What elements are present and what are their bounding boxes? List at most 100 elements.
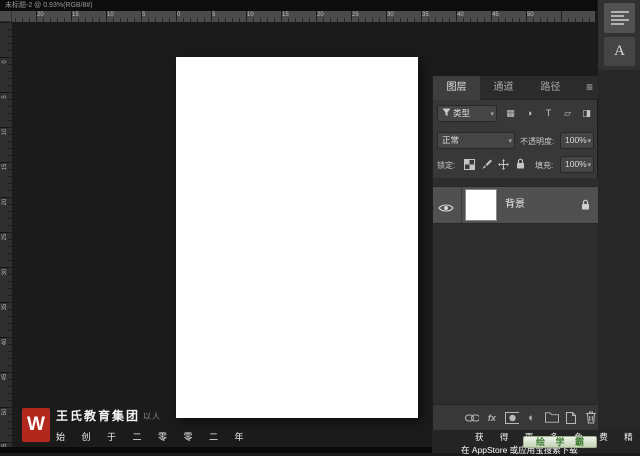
layer-name: 背景 bbox=[505, 199, 525, 210]
paragraph-panel-button[interactable] bbox=[604, 3, 635, 33]
h-ruler-number: 35 bbox=[422, 12, 429, 18]
v-ruler-number: 5 bbox=[2, 95, 8, 99]
filter-funnel-icon bbox=[442, 108, 451, 117]
promo-watermark: 获 得 更 多 免 费 精 品 教 程 绘 学 霸 在 AppStore 或应用… bbox=[432, 430, 640, 455]
tab-paths[interactable]: 路径 bbox=[527, 76, 574, 100]
h-ruler-number: 5 bbox=[142, 12, 146, 18]
v-ruler-number: 0 bbox=[2, 60, 8, 64]
eye-icon bbox=[438, 204, 454, 212]
folder-icon bbox=[544, 412, 559, 423]
adjustment-layer-button[interactable]: ◐ bbox=[525, 410, 539, 426]
eye-column-divider bbox=[461, 187, 462, 223]
filter-pixel-layers-icon[interactable]: ▦ bbox=[503, 106, 518, 121]
fill-value-dropdown[interactable]: 100% bbox=[560, 156, 594, 173]
v-ruler-number: 40 bbox=[2, 338, 8, 346]
new-layer-button[interactable] bbox=[565, 410, 579, 426]
vertical-ruler[interactable]: 0510152025303540455055 bbox=[0, 22, 12, 453]
brand-founded-line: 始 创 于 二 零 零 二 年 bbox=[56, 432, 251, 442]
v-ruler-number: 35 bbox=[2, 303, 8, 311]
right-panel-dock: A bbox=[597, 0, 640, 453]
opacity-value-dropdown[interactable]: 100% bbox=[560, 132, 594, 149]
layer-row-background[interactable]: 背景 bbox=[433, 186, 598, 224]
opacity-label: 不透明度: bbox=[520, 137, 555, 146]
tab-channels[interactable]: 通道 bbox=[480, 76, 527, 100]
add-layer-mask-button[interactable] bbox=[504, 410, 519, 426]
h-ruler-number: 45 bbox=[492, 12, 499, 18]
panel-tab-bar: 图层 通道 路径 ≡ bbox=[433, 76, 598, 100]
h-ruler-number: 30 bbox=[387, 12, 394, 18]
h-ruler-number: 10 bbox=[107, 12, 114, 18]
lock-all-button[interactable] bbox=[513, 157, 527, 171]
lock-position-button[interactable] bbox=[496, 157, 510, 171]
h-ruler-number: 5 bbox=[212, 12, 216, 18]
layer-thumbnail[interactable] bbox=[465, 189, 497, 221]
v-ruler-number: 20 bbox=[2, 198, 8, 206]
fill-label: 填充: bbox=[535, 161, 554, 170]
document-canvas[interactable] bbox=[176, 57, 418, 418]
move-icon bbox=[497, 158, 509, 170]
v-ruler-number: 45 bbox=[2, 373, 8, 381]
v-ruler-number: 15 bbox=[2, 163, 8, 171]
promo-app-badge: 绘 学 霸 bbox=[523, 436, 597, 448]
panel-menu-icon[interactable]: ≡ bbox=[586, 80, 593, 94]
visibility-toggle[interactable] bbox=[438, 200, 454, 218]
blend-mode-dropdown[interactable]: 正常 bbox=[437, 132, 515, 149]
h-ruler-number: 50 bbox=[527, 12, 534, 18]
h-ruler-number: 15 bbox=[282, 12, 289, 18]
lock-label: 锁定: bbox=[437, 161, 456, 170]
delete-layer-button[interactable] bbox=[584, 410, 598, 426]
tab-layers-label: 图层 bbox=[446, 82, 467, 93]
filter-type-layers-icon[interactable]: T bbox=[541, 106, 556, 121]
layer-filter-buttons: ▦ ◑ T ▱ ◨ bbox=[503, 106, 594, 121]
h-ruler-number: 0 bbox=[177, 12, 181, 18]
v-ruler-number: 10 bbox=[2, 128, 8, 136]
filter-shape-layers-icon[interactable]: ▱ bbox=[560, 106, 575, 121]
brand-logo-letter: W bbox=[27, 414, 45, 435]
brush-icon bbox=[481, 159, 492, 169]
document-title: 未标题-2 @ 0.93%(RGB/8#) bbox=[5, 2, 93, 9]
h-ruler-number: 20 bbox=[37, 12, 44, 18]
filter-kind-label: 类型 bbox=[453, 108, 471, 118]
tab-paths-label: 路径 bbox=[540, 82, 561, 93]
new-group-button[interactable] bbox=[544, 410, 559, 426]
filter-smart-objects-icon[interactable]: ◨ bbox=[579, 106, 594, 121]
h-ruler-number: 25 bbox=[352, 12, 359, 18]
window-title-bar[interactable]: 未标题-2 @ 0.93%(RGB/8#) bbox=[0, 0, 640, 11]
brand-company-name: 王氏教育集团 bbox=[56, 409, 141, 423]
layer-style-button[interactable]: fx bbox=[485, 410, 499, 426]
v-ruler-number: 25 bbox=[2, 233, 8, 241]
brand-logo: W bbox=[22, 408, 50, 442]
layer-list: 背景 bbox=[433, 178, 598, 404]
character-panel-icon: A bbox=[614, 43, 625, 59]
h-ruler-number: 40 bbox=[457, 12, 464, 18]
v-ruler-number: 30 bbox=[2, 268, 8, 276]
layers-panel: 图层 通道 路径 ≡ 类型 ▦ ◑ T ▱ ◨ 正常 不透明度: 100% 锁定… bbox=[432, 76, 598, 430]
layers-bottom-bar: fx ◐ bbox=[433, 404, 598, 430]
ruler-corner bbox=[0, 11, 12, 22]
padlock-icon bbox=[582, 199, 589, 210]
trash-icon bbox=[586, 411, 597, 424]
h-ruler-number: 20 bbox=[317, 12, 324, 18]
tab-layers[interactable]: 图层 bbox=[433, 76, 480, 100]
link-icon bbox=[465, 414, 479, 421]
link-layers-button[interactable] bbox=[465, 410, 479, 426]
v-ruler-number: 50 bbox=[2, 408, 8, 416]
new-layer-icon bbox=[566, 411, 577, 424]
layer-mask-icon bbox=[504, 411, 519, 424]
checkerboard-icon bbox=[463, 158, 475, 170]
blend-mode-value: 正常 bbox=[442, 135, 460, 145]
character-panel-button[interactable]: A bbox=[604, 37, 635, 66]
layer-lock-indicator[interactable] bbox=[581, 198, 590, 216]
filter-adjustment-layers-icon[interactable]: ◑ bbox=[522, 106, 537, 121]
lock-pixels-button[interactable] bbox=[479, 157, 493, 171]
lock-transparency-button[interactable] bbox=[462, 157, 476, 171]
filter-kind-dropdown[interactable]: 类型 bbox=[437, 105, 497, 122]
h-ruler-number: 10 bbox=[247, 12, 254, 18]
horizontal-ruler[interactable]: 20 15 10 5 0 5 10 15 20 25 30 35 40 45 50 bbox=[12, 11, 595, 22]
lock-buttons bbox=[462, 157, 527, 171]
opacity-value: 100% bbox=[565, 135, 587, 145]
paragraph-panel-icon bbox=[610, 11, 629, 25]
fill-value: 100% bbox=[565, 159, 587, 169]
padlock-icon bbox=[516, 158, 524, 169]
brand-tagline: 以人 bbox=[143, 412, 161, 421]
